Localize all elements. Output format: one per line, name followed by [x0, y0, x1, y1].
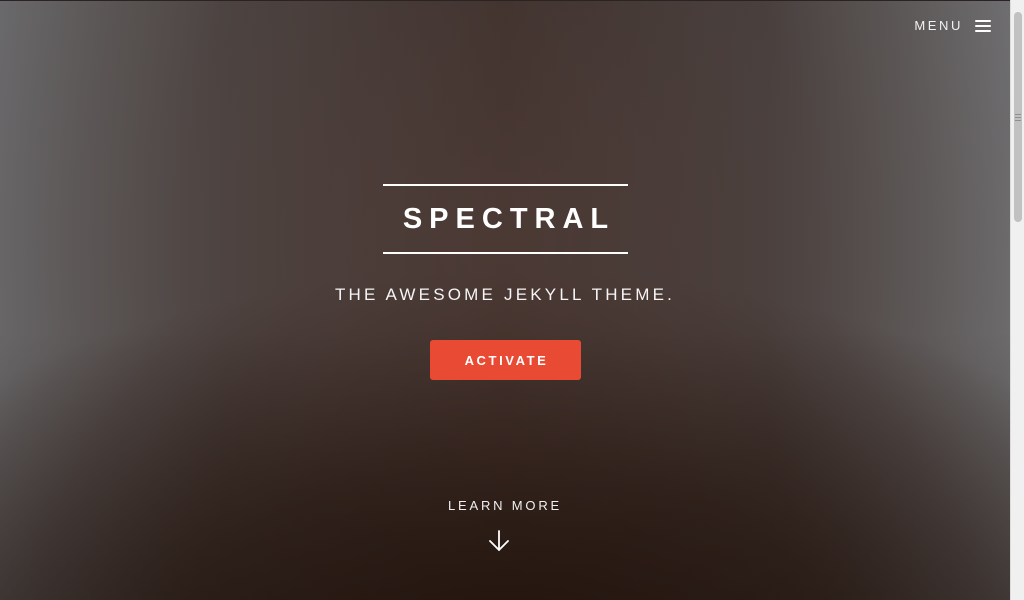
banner-section: MENU SPECTRAL THE AWESOME JEKYLL THEME. …	[0, 0, 1010, 600]
scrollbar-grip-icon	[1015, 114, 1021, 122]
learn-more-link[interactable]: LEARN MORE	[0, 498, 1010, 513]
menu-toggle[interactable]: MENU	[914, 18, 991, 33]
page-scrollbar[interactable]	[1010, 0, 1024, 600]
site-subtitle: THE AWESOME JEKYLL THEME.	[334, 285, 676, 304]
menu-label: MENU	[914, 18, 963, 33]
arrow-down-icon[interactable]	[488, 529, 510, 553]
site-title-box: SPECTRAL	[383, 184, 628, 254]
activate-button[interactable]: ACTIVATE	[430, 340, 581, 380]
hamburger-icon	[975, 19, 991, 33]
site-title: SPECTRAL	[402, 202, 616, 235]
